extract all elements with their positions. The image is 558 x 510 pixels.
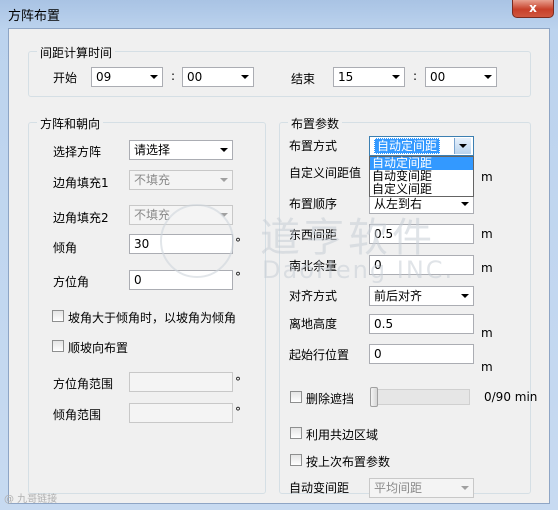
chevron-down-icon <box>392 75 400 79</box>
chevron-down-icon <box>461 486 469 490</box>
end-label: 结束 <box>291 72 316 86</box>
start-row-unit: m <box>481 360 493 374</box>
start-row-input[interactable]: 0 <box>369 344 474 364</box>
tilt-label: 倾角 <box>53 241 78 255</box>
chevron-down-icon <box>461 294 469 298</box>
method-label: 布置方式 <box>289 139 338 153</box>
custom-spacing-label: 自定义间距值 <box>289 166 362 180</box>
chevron-down-icon <box>220 178 228 182</box>
method-option[interactable]: 自定义间距 <box>370 183 473 196</box>
method-select[interactable]: 自动定间距 <box>369 136 474 156</box>
select-array-label: 选择方阵 <box>53 145 102 159</box>
align-select[interactable]: 前后对齐 <box>369 286 474 306</box>
align-label: 对齐方式 <box>289 289 338 303</box>
auto-var-label: 自动变间距 <box>289 481 350 495</box>
bottom-watermark: @ 九哥链接 <box>4 494 58 505</box>
tilt-range-degree-unit: ° <box>235 405 241 419</box>
end-min-select[interactable]: 00 <box>425 67 497 87</box>
tilt-range-input[interactable] <box>129 403 233 423</box>
end-hour-value: 15 <box>338 70 354 84</box>
ns-margin-label: 南北余量 <box>289 259 338 273</box>
select-array-value: 请选择 <box>134 143 171 157</box>
title-bar[interactable]: 方阵布置 x <box>0 0 558 26</box>
azimuth-range-label: 方位角范围 <box>53 377 114 391</box>
chevron-down-icon <box>150 75 158 79</box>
end-colon: : <box>413 69 418 83</box>
start-label: 开始 <box>53 71 78 85</box>
tilt-range-label: 倾角范围 <box>53 408 102 422</box>
use-shared-label: 利用共边区域 <box>306 428 379 442</box>
start-hour-value: 09 <box>96 70 112 84</box>
start-colon: : <box>171 69 176 83</box>
start-hour-select[interactable]: 09 <box>91 67 163 87</box>
corner-fill1-value: 不填充 <box>134 173 171 187</box>
remove-shade-checkbox[interactable] <box>290 391 302 403</box>
along-slope-label: 顺坡向布置 <box>68 341 129 355</box>
ground-height-unit: m <box>481 326 493 340</box>
azimuth-label: 方位角 <box>53 275 90 289</box>
slope-tilt-checkbox[interactable] <box>52 310 64 322</box>
custom-spacing-unit: m <box>481 170 493 184</box>
corner-fill2-label: 边角填充2 <box>53 211 109 225</box>
end-hour-select[interactable]: 15 <box>333 67 405 87</box>
remove-shade-label: 删除遮挡 <box>306 392 355 406</box>
layout-group-legend: 布置参数 <box>288 115 343 132</box>
ns-margin-unit: m <box>481 261 493 275</box>
watermark-seal-icon <box>160 204 234 278</box>
ground-height-input[interactable]: 0.5 <box>369 314 474 334</box>
order-label: 布置顺序 <box>289 197 338 211</box>
azimuth-range-degree-unit: ° <box>235 375 241 389</box>
corner-fill1-select[interactable]: 不填充 <box>129 170 233 190</box>
align-value: 前后对齐 <box>374 289 423 303</box>
window-title: 方阵布置 <box>8 9 61 24</box>
chevron-down-icon[interactable] <box>454 138 471 154</box>
array-group-legend: 方阵和朝向 <box>37 115 104 132</box>
ew-spacing-label: 东西间距 <box>289 228 338 242</box>
slope-tilt-label: 坡角大于倾角时，以坡角为倾角 <box>68 311 237 325</box>
close-button[interactable]: x <box>512 0 554 18</box>
chevron-down-icon <box>241 75 249 79</box>
chevron-down-icon <box>484 75 492 79</box>
method-dropdown-list: 自动定间距 自动变间距 自定义间距 <box>369 156 474 197</box>
slider-thumb[interactable] <box>370 387 378 407</box>
last-params-label: 按上次布置参数 <box>306 455 391 469</box>
chevron-down-icon <box>220 148 228 152</box>
tilt-degree-unit: ° <box>235 236 241 250</box>
order-select[interactable]: 从左到右 <box>369 194 474 214</box>
ew-spacing-input[interactable]: 0.5 <box>369 224 474 244</box>
auto-var-value: 平均间距 <box>374 481 423 495</box>
time-group-legend: 间距计算时间 <box>37 44 116 61</box>
use-shared-checkbox[interactable] <box>290 427 302 439</box>
azimuth-degree-unit: ° <box>235 270 241 284</box>
last-params-checkbox[interactable] <box>290 454 302 466</box>
along-slope-checkbox[interactable] <box>52 340 64 352</box>
dialog-window: 方阵布置 x 间距计算时间 开始 09 : 00 结束 15 : 00 方阵和朝… <box>0 0 558 510</box>
start-min-value: 00 <box>187 70 203 84</box>
shade-time-slider[interactable] <box>370 387 470 407</box>
auto-var-select[interactable]: 平均间距 <box>369 478 474 498</box>
method-value: 自动定间距 <box>374 138 441 154</box>
end-min-value: 00 <box>430 70 446 84</box>
slider-track[interactable] <box>370 389 470 405</box>
corner-fill1-label: 边角填充1 <box>53 176 109 190</box>
ns-margin-input[interactable]: 0 <box>369 255 474 275</box>
azimuth-range-input[interactable] <box>129 372 233 392</box>
start-row-label: 起始行位置 <box>289 348 350 362</box>
select-array-select[interactable]: 请选择 <box>129 140 233 160</box>
slider-range-label: 0/90 min <box>484 390 538 404</box>
start-min-select[interactable]: 00 <box>182 67 254 87</box>
chevron-down-icon <box>461 202 469 206</box>
order-value: 从左到右 <box>374 197 423 211</box>
ew-spacing-unit: m <box>481 227 493 241</box>
ground-height-label: 离地高度 <box>289 317 338 331</box>
corner-fill2-value: 不填充 <box>134 208 171 222</box>
